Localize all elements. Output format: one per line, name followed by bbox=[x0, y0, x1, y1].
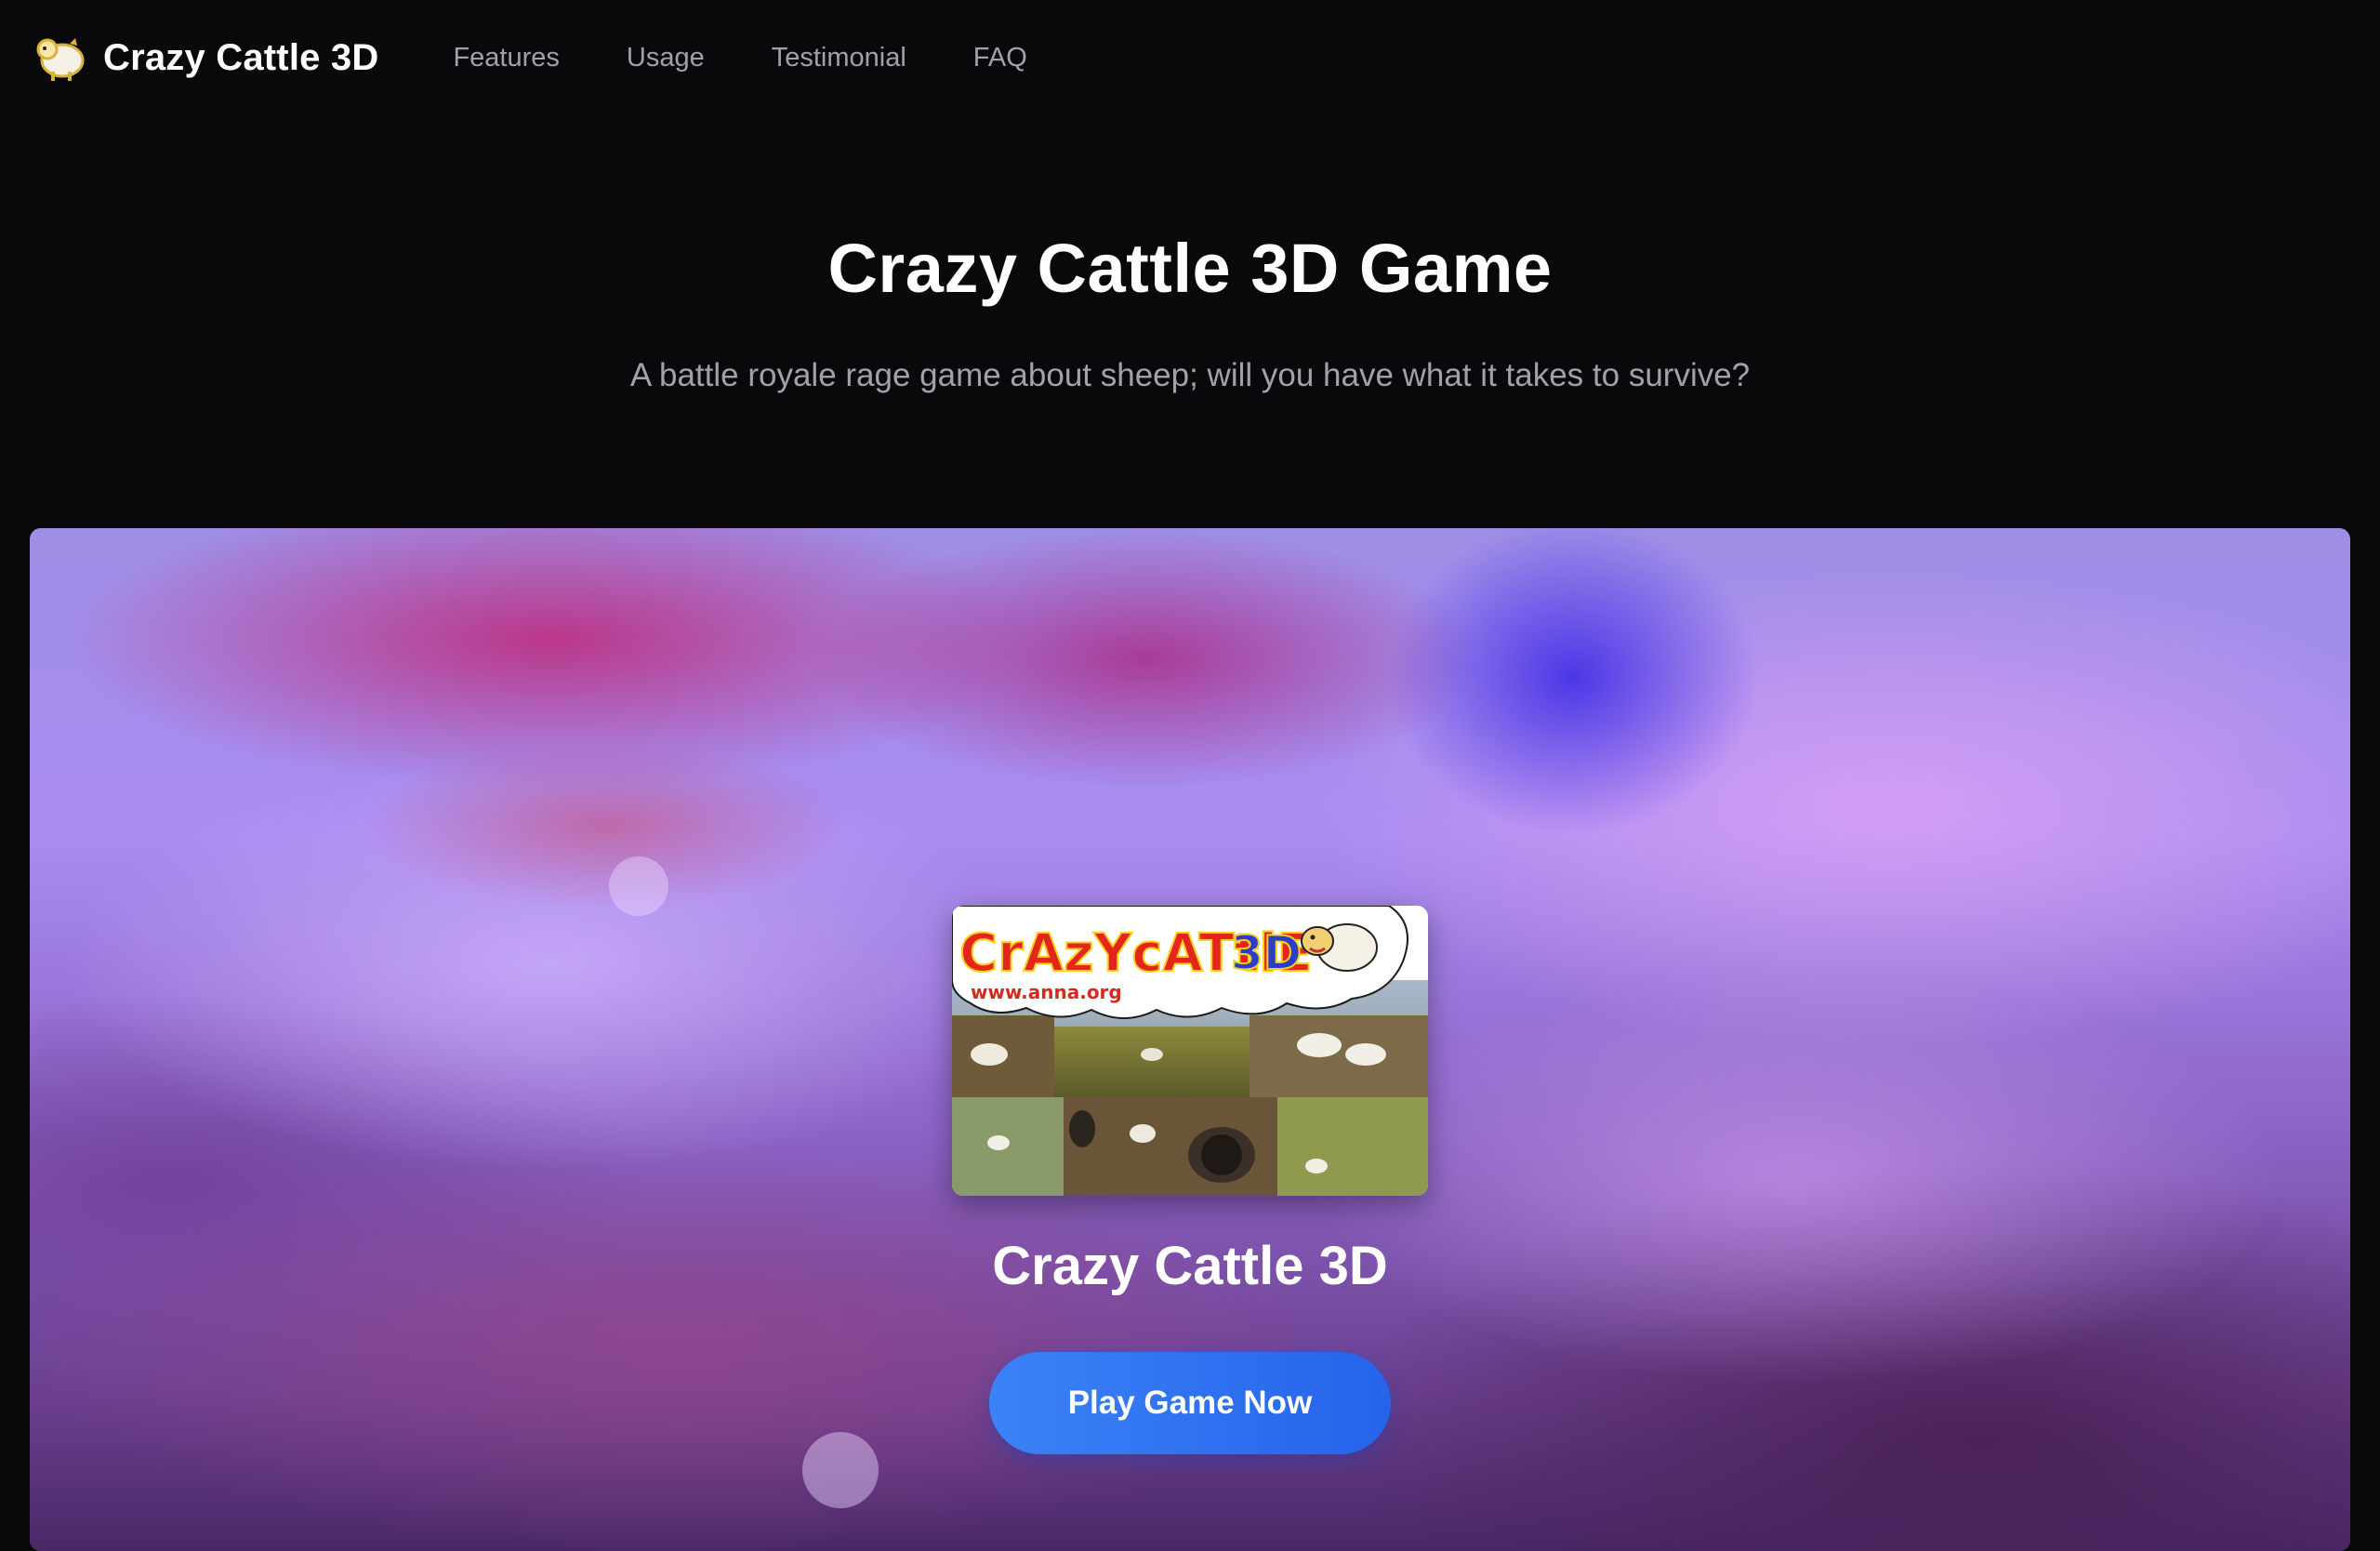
nav-links: Features Usage Testimonial FAQ bbox=[453, 43, 1093, 73]
nav-link-faq[interactable]: FAQ bbox=[973, 43, 1027, 73]
game-name: Crazy Cattle 3D bbox=[992, 1236, 1388, 1296]
nav-link-features[interactable]: Features bbox=[453, 43, 559, 73]
decorative-bubble bbox=[802, 1432, 879, 1508]
cover-logo-suffix: 3D bbox=[1231, 926, 1302, 980]
game-cover-image: CrAzYcATtlE 3D www.anna.org bbox=[952, 906, 1428, 1196]
decorative-bubble bbox=[609, 856, 668, 916]
nav-link-testimonial[interactable]: Testimonial bbox=[772, 43, 906, 73]
page-title: Crazy Cattle 3D Game bbox=[827, 230, 1553, 307]
page-subtitle: A battle royale rage game about sheep; w… bbox=[629, 357, 1751, 393]
nav-link-usage[interactable]: Usage bbox=[627, 43, 705, 73]
cover-url-text: www.anna.org bbox=[971, 981, 1122, 1003]
top-navbar: Crazy Cattle 3D Features Usage Testimoni… bbox=[0, 0, 2380, 115]
play-game-button[interactable]: Play Game Now bbox=[989, 1352, 1391, 1454]
game-frame[interactable]: CrAzYcATtlE 3D www.anna.org Crazy Cattle… bbox=[30, 528, 2350, 1551]
sheep-logo-icon bbox=[31, 29, 88, 86]
brand-home-link[interactable]: Crazy Cattle 3D bbox=[31, 29, 378, 86]
brand-name: Crazy Cattle 3D bbox=[103, 36, 379, 78]
